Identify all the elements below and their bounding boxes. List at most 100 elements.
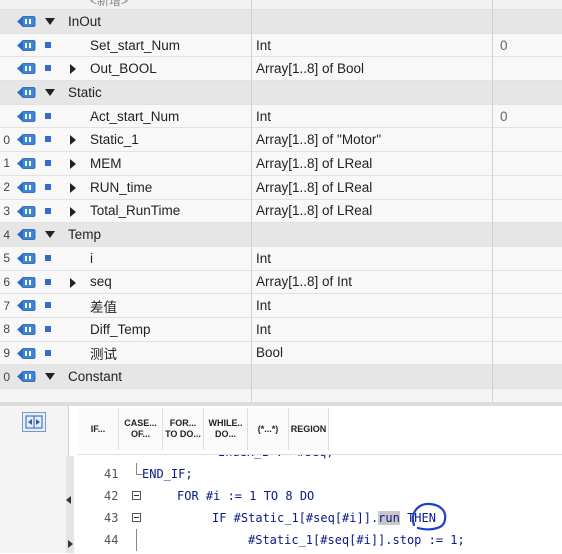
interface-param-icon [17, 300, 36, 312]
variable-name[interactable]: RUN_time [90, 176, 152, 199]
variable-name[interactable]: Total_RunTime [90, 200, 180, 223]
section-name[interactable]: Temp [68, 223, 101, 246]
variable-name[interactable]: Out_BOOL [90, 57, 157, 80]
collapse-section-icon[interactable] [45, 89, 55, 97]
variable-row[interactable]: 6 seq Array[1..8] of Int [0, 270, 562, 295]
data-type[interactable]: Array[1..8] of LReal [256, 200, 372, 223]
expand-icon[interactable] [70, 64, 76, 75]
data-type[interactable]: Array[1..8] of Bool [256, 57, 364, 80]
code-line: 43 IF #Static_1[#seq[#i]].run THEN [78, 502, 562, 531]
data-type[interactable]: Array[1..8] of LReal [256, 152, 372, 175]
region-snippet-button[interactable]: REGION [289, 408, 329, 450]
snippet-toolbar: IF... CASE... OF... FOR... TO DO... WHIL… [78, 408, 329, 450]
variable-name[interactable]: Static_1 [90, 128, 139, 151]
expand-icon[interactable] [70, 277, 76, 288]
section-row[interactable]: 0 Constant [0, 365, 562, 389]
column-separator[interactable] [492, 0, 493, 402]
highlighted-token[interactable]: run [378, 511, 400, 525]
data-type[interactable]: Int [256, 105, 271, 128]
variable-marker-icon [45, 41, 51, 48]
data-type[interactable]: Int [256, 247, 271, 270]
variable-row[interactable]: 2 RUN_time Array[1..8] of LReal [0, 175, 562, 200]
scroll-left-icon[interactable] [66, 496, 71, 504]
variable-row[interactable]: 3 Total_RunTime Array[1..8] of LReal [0, 199, 562, 224]
section-name[interactable]: InOut [68, 10, 101, 33]
expand-icon[interactable] [70, 135, 76, 146]
data-type[interactable]: Array[1..8] of Int [256, 271, 352, 294]
variable-row[interactable]: 7 差值 Int [0, 294, 562, 318]
default-value[interactable]: 0 [500, 34, 508, 57]
variable-row[interactable]: 9 测试 Bool [0, 341, 562, 366]
header-fragment-row: <新增> [0, 0, 562, 10]
variable-row[interactable]: Out_BOOL Array[1..8] of Bool [0, 57, 562, 82]
data-type[interactable]: Bool [256, 342, 283, 365]
data-type[interactable]: Int [256, 34, 271, 57]
variable-row[interactable]: Act_start_Num Int 0 [0, 104, 562, 129]
expand-icon[interactable] [70, 182, 76, 193]
variable-row[interactable]: 5 i Int [0, 246, 562, 271]
variable-marker-icon [45, 302, 51, 309]
row-number: 6 [3, 274, 10, 289]
default-value[interactable]: 0 [500, 105, 508, 128]
variable-name[interactable]: Set_start_Num [90, 34, 180, 57]
collapse-icon[interactable] [132, 491, 141, 500]
row-number [0, 81, 10, 104]
variable-name[interactable]: Act_start_Num [90, 105, 179, 128]
collapse-section-icon[interactable] [45, 18, 55, 25]
row-number [0, 10, 10, 33]
variable-name[interactable]: MEM [90, 152, 122, 175]
data-type[interactable]: Array[1..8] of LReal [256, 176, 372, 199]
if-snippet-button[interactable]: IF... [78, 408, 119, 450]
row-number [0, 34, 10, 57]
data-type[interactable]: Int [256, 294, 271, 317]
collapse-section-icon[interactable] [45, 373, 55, 381]
code-text: FOR #i := 1 TO 8 DO [177, 489, 315, 503]
section-name[interactable]: Constant [68, 365, 122, 388]
variable-name[interactable]: Diff_Temp [90, 318, 151, 341]
variable-name[interactable]: i [90, 247, 93, 270]
variable-row[interactable]: Set_start_Num Int 0 [0, 33, 562, 58]
interface-param-icon [17, 229, 36, 241]
variable-marker-icon [45, 112, 51, 119]
code-area[interactable]: Index_1 := #seq; 41 END_IF; 42 FOR #i :=… [78, 454, 562, 554]
for-snippet-button[interactable]: FOR... TO DO... [163, 408, 204, 450]
code-text: IF #Static_1[#seq[#i]].run THEN [212, 507, 436, 529]
variable-row[interactable]: 1 MEM Array[1..8] of LReal [0, 152, 562, 176]
collapse-section-icon[interactable] [45, 231, 55, 239]
variable-marker-icon [45, 65, 51, 72]
interface-param-icon [17, 205, 36, 217]
variable-name[interactable]: seq [90, 271, 112, 294]
variable-name[interactable]: 差值 [90, 294, 117, 317]
row-number: 0 [3, 132, 10, 147]
column-separator[interactable] [251, 0, 252, 402]
variable-marker-icon [45, 254, 51, 261]
variable-marker-icon [45, 136, 51, 143]
expand-icon[interactable] [70, 159, 76, 170]
row-number [0, 105, 10, 128]
horizontal-scroll-strip[interactable] [66, 456, 74, 553]
toggle-panel-button[interactable] [22, 412, 46, 432]
new-row-placeholder[interactable]: <新增> [90, 0, 128, 9]
section-name[interactable]: Static [68, 81, 102, 104]
code-text: END_IF; [142, 467, 193, 481]
variable-row[interactable]: 0 Static_1 Array[1..8] of "Motor" [0, 128, 562, 153]
data-type[interactable]: Array[1..8] of "Motor" [256, 128, 381, 151]
section-row[interactable]: Static [0, 81, 562, 105]
section-row[interactable]: 4 Temp [0, 223, 562, 247]
editor-side-panel [0, 406, 69, 553]
interface-param-icon [17, 134, 36, 146]
row-number: 2 [3, 180, 10, 195]
data-type[interactable]: Int [256, 318, 271, 341]
row-number: 3 [3, 203, 10, 218]
row-number: 0 [3, 369, 10, 384]
scroll-right-icon[interactable] [68, 540, 73, 548]
case-snippet-button[interactable]: CASE... OF... [119, 408, 163, 450]
while-snippet-button[interactable]: WHILE.. DO... [204, 408, 248, 450]
expand-icon[interactable] [70, 206, 76, 217]
section-row[interactable]: InOut [0, 10, 562, 34]
interface-param-icon [17, 347, 36, 359]
comment-snippet-button[interactable]: (*...*) [248, 408, 289, 450]
collapse-icon[interactable] [132, 513, 141, 522]
variable-name[interactable]: 测试 [90, 342, 117, 365]
variable-row[interactable]: 8 Diff_Temp Int [0, 317, 562, 342]
